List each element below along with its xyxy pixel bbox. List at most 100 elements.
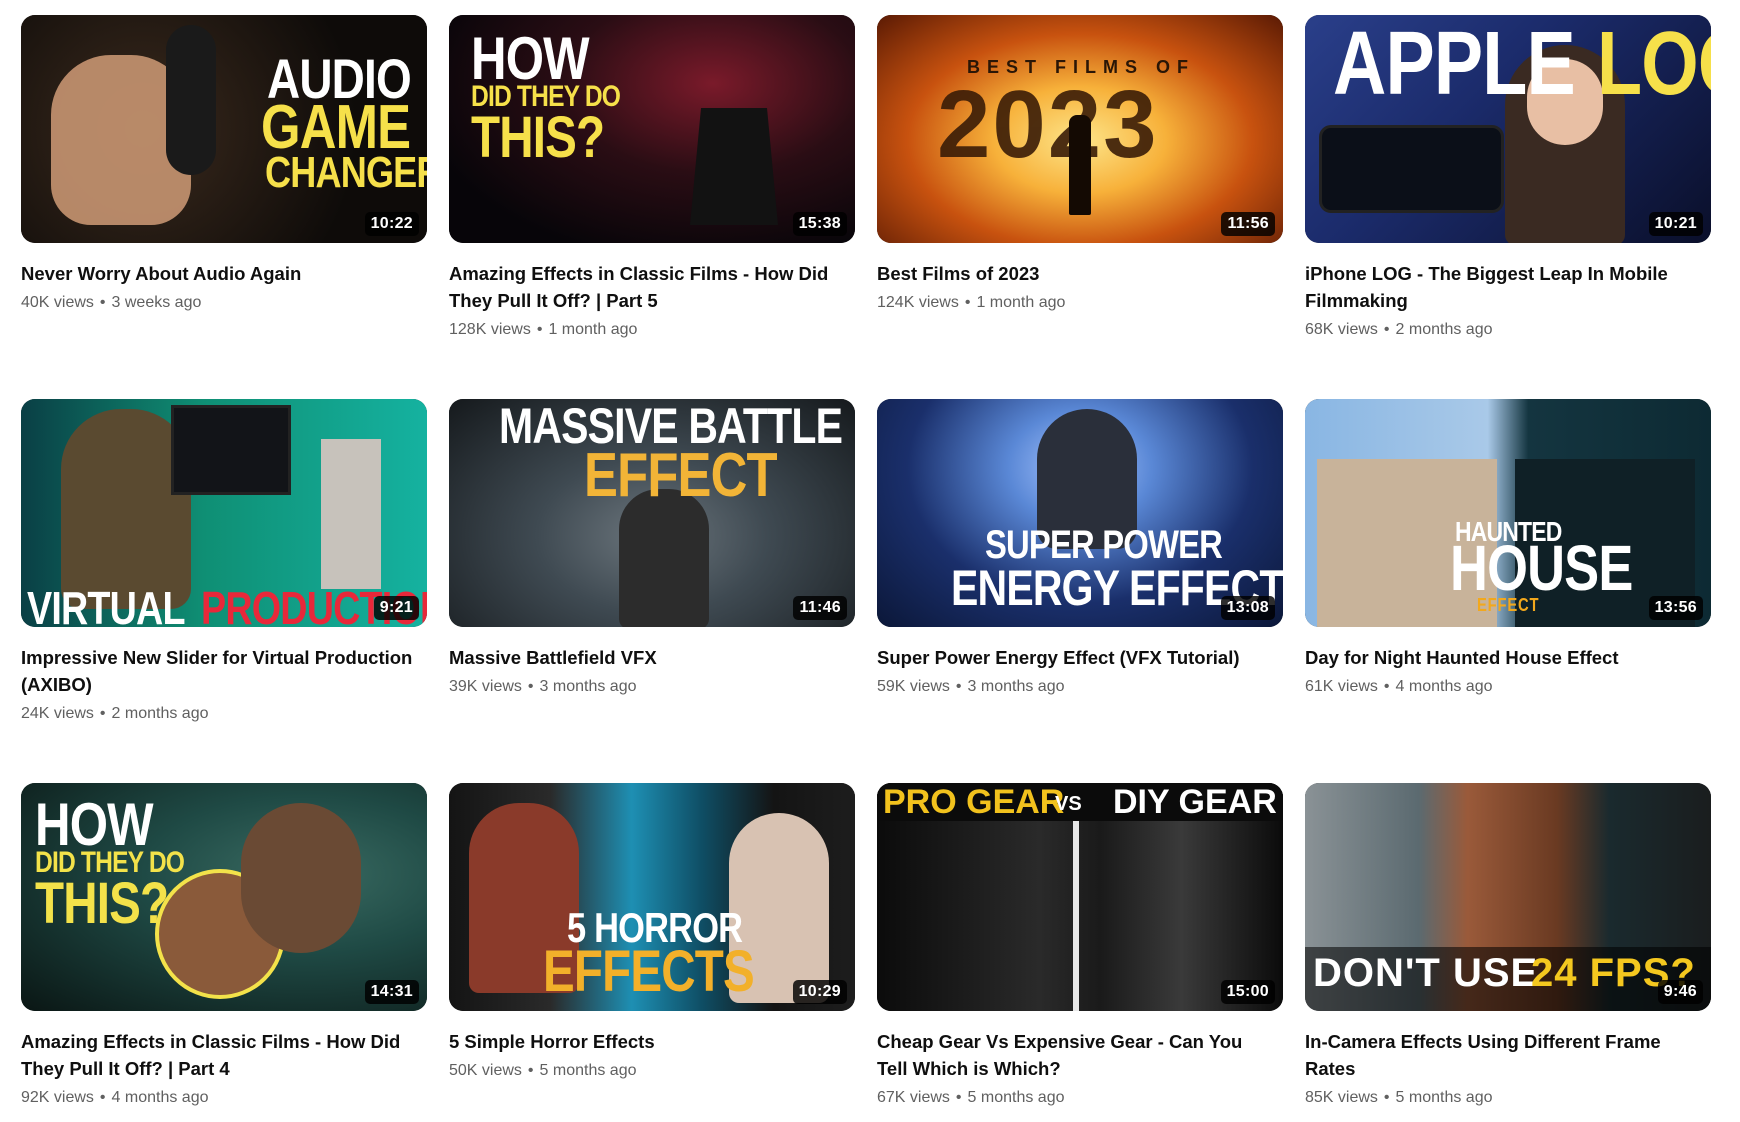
thumbnail-art: HAUNTED HOUSE EFFECT: [1305, 399, 1711, 627]
video-meta: 61K views • 4 months ago: [1305, 676, 1711, 698]
video-thumbnail[interactable]: 5 HORROR EFFECTS 10:29: [449, 783, 855, 1011]
thumbnail-caption: PRO GEAR: [883, 783, 1065, 821]
video-meta: 92K views • 4 months ago: [21, 1087, 427, 1109]
video-title[interactable]: Impressive New Slider for Virtual Produc…: [21, 644, 421, 698]
video-meta: 40K views • 3 weeks ago: [21, 292, 427, 314]
thumbnail-caption: THIS?: [35, 871, 169, 936]
video-meta: 50K views • 5 months ago: [449, 1060, 855, 1082]
video-meta: 67K views • 5 months ago: [877, 1087, 1283, 1109]
meta-separator: •: [955, 1089, 962, 1106]
video-duration: 11:56: [1221, 212, 1275, 236]
video-meta: 39K views • 3 months ago: [449, 676, 855, 698]
thumbnail-caption: HOW: [471, 25, 590, 92]
video-card[interactable]: HAUNTED HOUSE EFFECT 13:56 Day for Night…: [1305, 399, 1711, 783]
video-meta: 128K views • 1 month ago: [449, 319, 855, 341]
video-meta: 24K views • 2 months ago: [21, 703, 427, 725]
meta-separator: •: [964, 294, 971, 311]
thumbnail-art: VIRTUAL PRODUCTION: [21, 399, 427, 627]
thumbnail-art: DON'T USE 24 FPS?: [1305, 783, 1711, 1011]
video-duration: 15:38: [792, 212, 847, 236]
video-duration: 15:00: [1220, 980, 1275, 1004]
video-duration: 10:21: [1648, 212, 1703, 236]
video-thumbnail[interactable]: HAUNTED HOUSE EFFECT 13:56: [1305, 399, 1711, 627]
video-title[interactable]: Amazing Effects in Classic Films - How D…: [21, 1028, 421, 1082]
video-thumbnail[interactable]: VIRTUAL PRODUCTION 9:21: [21, 399, 427, 627]
meta-separator: •: [1383, 321, 1390, 338]
video-thumbnail[interactable]: APPLE LOG 10:21: [1305, 15, 1711, 243]
video-title[interactable]: Amazing Effects in Classic Films - How D…: [449, 260, 849, 314]
video-title[interactable]: Massive Battlefield VFX: [449, 644, 849, 671]
thumbnail-caption: VS: [1055, 793, 1082, 815]
view-count: 92K views: [21, 1089, 94, 1106]
thumbnail-art: PRO GEAR VS DIY GEAR: [877, 783, 1283, 1011]
video-card[interactable]: VIRTUAL PRODUCTION 9:21 Impressive New S…: [21, 399, 427, 783]
view-count: 124K views: [877, 294, 959, 311]
video-card[interactable]: AUDIO GAME CHANGER 10:22 Never Worry Abo…: [21, 15, 427, 399]
video-thumbnail[interactable]: HOW DID THEY DO THIS? 15:38: [449, 15, 855, 243]
video-thumbnail[interactable]: HOW DID THEY DO THIS? 14:31: [21, 783, 427, 1011]
thumbnail-art: HOW DID THEY DO THIS?: [449, 15, 855, 243]
thumbnail-art: MASSIVE BATTLE EFFECT: [449, 399, 855, 627]
video-meta: 59K views • 3 months ago: [877, 676, 1283, 698]
video-grid: AUDIO GAME CHANGER 10:22 Never Worry Abo…: [21, 15, 1711, 1122]
meta-separator: •: [1383, 678, 1390, 695]
video-duration: 10:29: [792, 980, 847, 1004]
video-duration: 10:22: [364, 212, 419, 236]
video-thumbnail[interactable]: AUDIO GAME CHANGER 10:22: [21, 15, 427, 243]
video-title[interactable]: Never Worry About Audio Again: [21, 260, 421, 287]
video-thumbnail[interactable]: PRO GEAR VS DIY GEAR 15:00: [877, 783, 1283, 1011]
thumbnail-caption: SUPER POWER: [985, 523, 1223, 567]
thumbnail-art: SUPER POWER ENERGY EFFECT: [877, 399, 1283, 627]
upload-age: 1 month ago: [548, 321, 638, 338]
video-title[interactable]: In-Camera Effects Using Different Frame …: [1305, 1028, 1705, 1082]
video-thumbnail[interactable]: SUPER POWER ENERGY EFFECT 13:08: [877, 399, 1283, 627]
video-card[interactable]: 5 HORROR EFFECTS 10:29 5 Simple Horror E…: [449, 783, 855, 1122]
view-count: 61K views: [1305, 678, 1378, 695]
meta-separator: •: [527, 678, 534, 695]
video-thumbnail[interactable]: MASSIVE BATTLE EFFECT 11:46: [449, 399, 855, 627]
video-thumbnail[interactable]: BEST FILMS OF 2023 11:56: [877, 15, 1283, 243]
view-count: 24K views: [21, 705, 94, 722]
upload-age: 2 months ago: [111, 705, 209, 722]
video-card[interactable]: DON'T USE 24 FPS? 9:46 In-Camera Effects…: [1305, 783, 1711, 1122]
view-count: 68K views: [1305, 321, 1378, 338]
video-card[interactable]: HOW DID THEY DO THIS? 14:31 Amazing Effe…: [21, 783, 427, 1122]
thumbnail-art: BEST FILMS OF 2023: [877, 15, 1283, 243]
video-title[interactable]: 5 Simple Horror Effects: [449, 1028, 849, 1055]
meta-separator: •: [99, 705, 106, 722]
video-card[interactable]: APPLE LOG 10:21 iPhone LOG - The Biggest…: [1305, 15, 1711, 399]
video-title[interactable]: Day for Night Haunted House Effect: [1305, 644, 1705, 671]
thumbnail-caption: APPLE: [1333, 15, 1576, 114]
meta-separator: •: [955, 678, 962, 695]
upload-age: 2 months ago: [1395, 321, 1493, 338]
thumbnail-caption: VIRTUAL: [27, 582, 186, 627]
meta-separator: •: [536, 321, 543, 338]
video-card[interactable]: BEST FILMS OF 2023 11:56 Best Films of 2…: [877, 15, 1283, 399]
thumbnail-caption: EFFECTS: [543, 939, 755, 1004]
upload-age: 4 months ago: [1395, 678, 1493, 695]
video-title[interactable]: Best Films of 2023: [877, 260, 1277, 287]
meta-separator: •: [99, 1089, 106, 1106]
video-card[interactable]: PRO GEAR VS DIY GEAR 15:00 Cheap Gear Vs…: [877, 783, 1283, 1122]
view-count: 40K views: [21, 294, 94, 311]
thumbnail-caption: DIY GEAR: [1113, 783, 1277, 821]
thumbnail-art: 5 HORROR EFFECTS: [449, 783, 855, 1011]
upload-age: 3 months ago: [967, 678, 1065, 695]
upload-age: 5 months ago: [1395, 1089, 1493, 1106]
video-title[interactable]: iPhone LOG - The Biggest Leap In Mobile …: [1305, 260, 1705, 314]
thumbnail-caption: DON'T USE: [1313, 951, 1539, 995]
thumbnail-caption: 2023: [937, 71, 1159, 178]
upload-age: 3 weeks ago: [111, 294, 202, 311]
meta-separator: •: [527, 1062, 534, 1079]
meta-separator: •: [1383, 1089, 1390, 1106]
video-duration: 11:46: [793, 596, 847, 620]
video-card[interactable]: HOW DID THEY DO THIS? 15:38 Amazing Effe…: [449, 15, 855, 399]
upload-age: 1 month ago: [976, 294, 1066, 311]
meta-separator: •: [99, 294, 106, 311]
video-title[interactable]: Cheap Gear Vs Expensive Gear - Can You T…: [877, 1028, 1277, 1082]
video-title[interactable]: Super Power Energy Effect (VFX Tutorial): [877, 644, 1277, 671]
video-card[interactable]: MASSIVE BATTLE EFFECT 11:46 Massive Batt…: [449, 399, 855, 783]
video-thumbnail[interactable]: DON'T USE 24 FPS? 9:46: [1305, 783, 1711, 1011]
video-card[interactable]: SUPER POWER ENERGY EFFECT 13:08 Super Po…: [877, 399, 1283, 783]
upload-age: 5 months ago: [967, 1089, 1065, 1106]
